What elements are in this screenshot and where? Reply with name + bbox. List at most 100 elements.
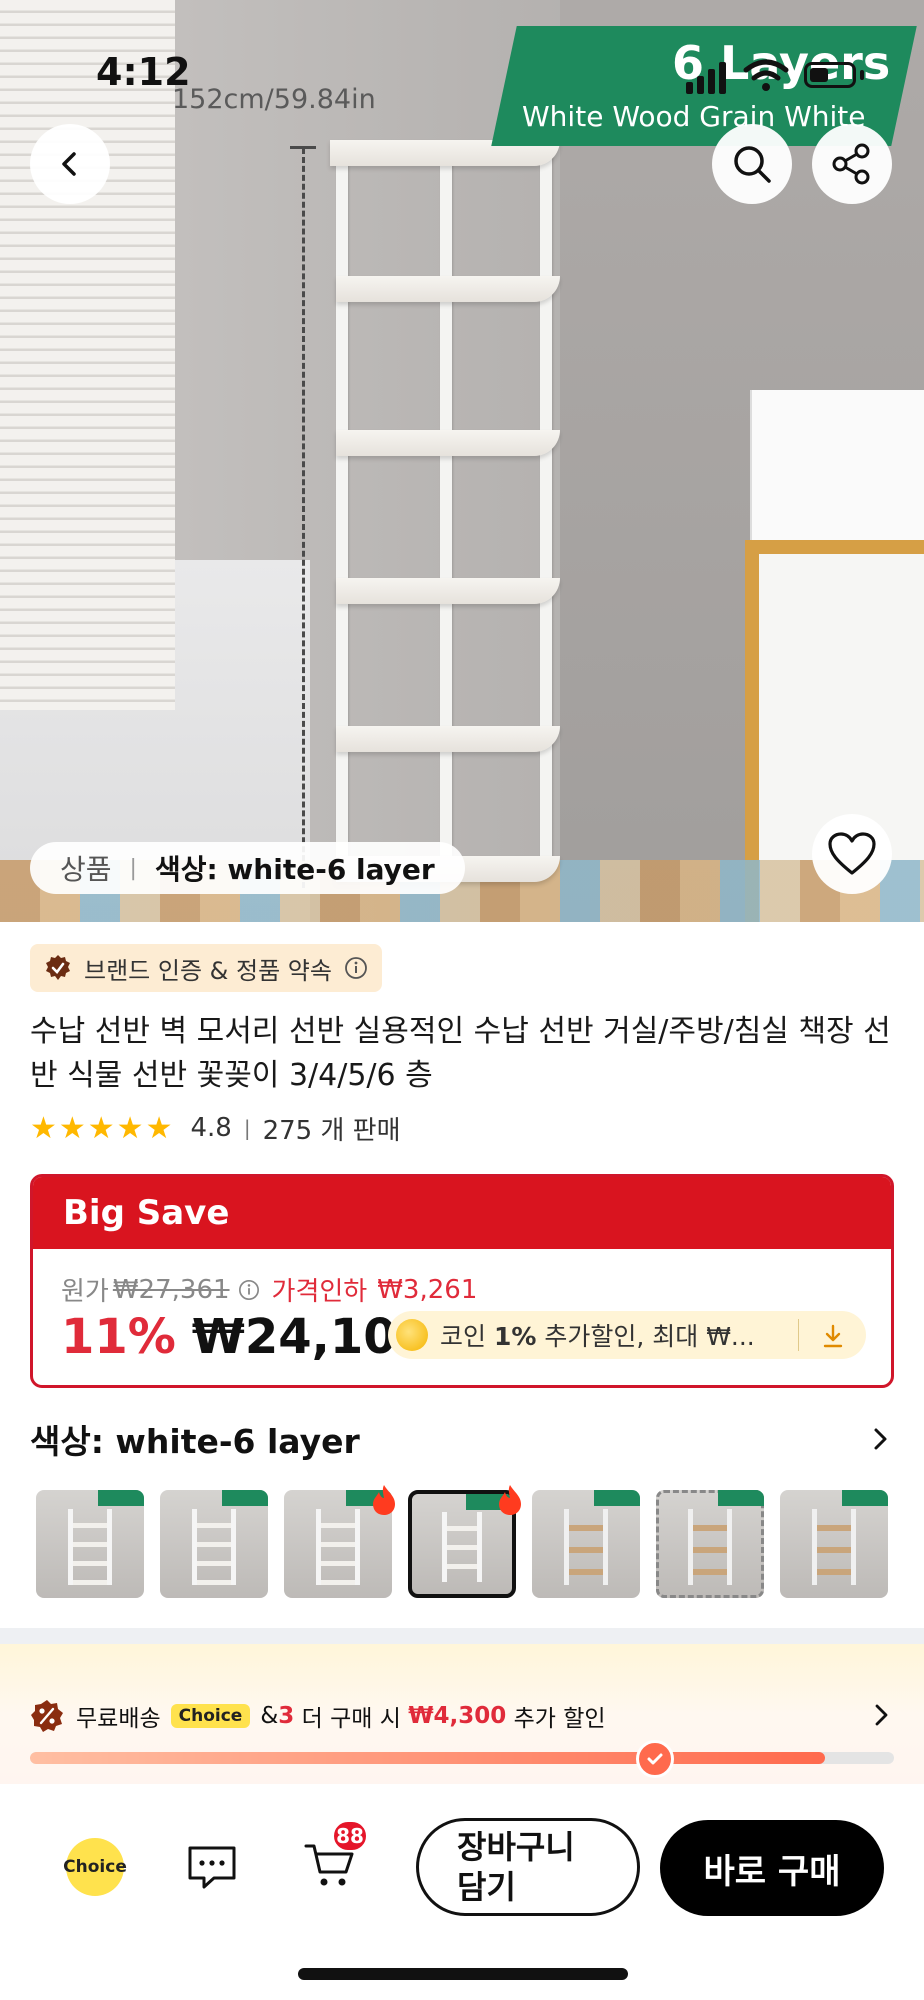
battery-icon — [804, 62, 856, 88]
message-icon[interactable] — [186, 1842, 238, 1892]
shelf-post-front — [336, 142, 348, 882]
promo-amp: & — [260, 1703, 279, 1729]
price-drop-label: 가격인하 — [271, 1277, 368, 1307]
free-shipping-label: 무료배송 — [76, 1706, 161, 1732]
rating-divider: | — [243, 1116, 251, 1140]
brand-badge-label: 브랜드 인증 & 정품 약속 — [84, 956, 332, 985]
status-icons — [686, 54, 886, 94]
signal-icon — [708, 69, 715, 94]
promo-suffix: 추가 할인 — [506, 1706, 606, 1732]
price-box: Big Save 원가 ₩27,361 가격인하 ₩3,261 11% ₩24,… — [30, 1174, 894, 1388]
signal-icon — [719, 62, 726, 94]
color-selector-label: 색상: white-6 layer — [30, 1422, 360, 1461]
status-time: 4:12 — [96, 50, 191, 94]
mini-shelf — [192, 1509, 236, 1586]
discount-percent: 11% — [61, 1309, 176, 1365]
big-save-label: Big Save — [63, 1193, 230, 1233]
original-price-row: 원가 ₩27,361 가격인하 ₩3,261 — [61, 1271, 477, 1308]
chevron-left-icon — [62, 152, 76, 176]
shelf-board — [336, 276, 560, 302]
verified-icon — [46, 955, 70, 980]
shelf-post-middle — [440, 152, 452, 882]
color-selector-header[interactable]: 색상: white-6 layer — [30, 1416, 894, 1462]
promo-more-text: 더 구매 시 — [294, 1706, 409, 1732]
price-drop-value: ₩3,261 — [377, 1274, 478, 1305]
promo-count: 3 — [278, 1703, 295, 1729]
variant-tag — [718, 1490, 764, 1506]
choice-button[interactable]: Choice — [63, 1838, 127, 1896]
price-row: 11% ₩24,100 — [61, 1307, 430, 1367]
hot-fire-icon — [499, 1485, 521, 1515]
section-divider — [0, 1628, 924, 1644]
product-title: 수납 선반 벽 모서리 선반 실용적인 수납 선반 거실/주방/침실 책장 선반… — [30, 1014, 891, 1093]
variant-pill-selected: 색상: white-6 layer — [154, 853, 435, 886]
variant-tag — [842, 1490, 888, 1506]
coin-discount-pill[interactable]: 코인 1% 추가할인, 최대 ₩... — [388, 1311, 866, 1359]
progress-check-icon — [636, 1740, 674, 1778]
share-button[interactable] — [812, 124, 892, 204]
shelf-post-back — [540, 148, 552, 868]
shelf-board — [336, 430, 560, 456]
color-option[interactable] — [532, 1490, 640, 1598]
mini-shelf — [564, 1509, 608, 1586]
color-thumbnails — [36, 1490, 924, 1600]
rating-row[interactable]: ★★★★★ 4.8 | 275 개 판매 — [30, 1110, 401, 1146]
variant-pill-divider: | — [129, 855, 137, 881]
dimension-line — [302, 148, 305, 888]
hot-fire-icon — [373, 1485, 395, 1515]
cabinet-top — [750, 390, 924, 550]
coin-divider — [798, 1319, 799, 1351]
variant-pill[interactable]: 상품 | 색상: white-6 layer — [30, 842, 465, 894]
brand-badge[interactable]: 브랜드 인증 & 정품 약속 — [30, 944, 382, 992]
rating-value: 4.8 — [190, 1113, 232, 1143]
mini-shelf — [68, 1509, 112, 1586]
original-price-label: 원가 — [61, 1277, 109, 1307]
dimension-label: 152cm/59.84in — [172, 84, 376, 115]
chevron-right-icon — [874, 1428, 887, 1450]
color-option[interactable] — [780, 1490, 888, 1598]
color-option[interactable] — [656, 1490, 764, 1598]
add-to-cart-button[interactable]: 장바구니 담기 — [416, 1818, 640, 1916]
product-image[interactable]: 152cm/59.84in 6 Layers White Wood Grain … — [0, 0, 924, 922]
heart-icon — [828, 832, 876, 875]
info-icon — [345, 957, 367, 979]
signal-icon — [697, 76, 704, 94]
mini-shelf — [442, 1512, 482, 1582]
color-option[interactable] — [36, 1490, 144, 1598]
chevron-right-icon — [875, 1704, 888, 1726]
search-button[interactable] — [712, 124, 792, 204]
percent-badge-icon — [31, 1700, 63, 1732]
mini-shelf — [316, 1509, 360, 1586]
variant-tag — [98, 1490, 144, 1506]
shipping-promo-row[interactable]: 무료배송 Choice & 3 더 구매 시 ₩4,300 추가 할인 — [30, 1696, 894, 1736]
variant-pill-category: 상품 — [60, 853, 112, 886]
variant-tag — [222, 1490, 268, 1506]
mini-shelf — [812, 1509, 856, 1586]
coin-icon — [396, 1319, 428, 1351]
promo-progress-bar — [30, 1752, 894, 1764]
star-rating-icon: ★★★★★ — [30, 1110, 175, 1146]
home-indicator — [298, 1968, 628, 1980]
signal-icon — [686, 82, 693, 94]
buy-now-button[interactable]: 바로 구매 — [660, 1820, 884, 1916]
share-icon — [832, 143, 870, 185]
promo-discount: ₩4,300 — [408, 1703, 507, 1729]
download-icon[interactable] — [818, 1321, 848, 1351]
color-option[interactable] — [160, 1490, 268, 1598]
promo-progress-fill — [30, 1752, 825, 1764]
info-icon[interactable] — [238, 1279, 260, 1301]
cart-count-badge: 88 — [332, 1820, 368, 1852]
choice-chip: Choice — [170, 1704, 251, 1728]
shelf-board — [336, 578, 560, 604]
mini-shelf — [688, 1509, 732, 1586]
back-button[interactable] — [30, 124, 110, 204]
wifi-icon — [743, 59, 789, 91]
wishlist-button[interactable] — [812, 814, 892, 894]
window-blinds — [0, 0, 175, 710]
search-icon — [734, 146, 771, 183]
original-price: ₩27,361 — [112, 1274, 230, 1305]
variant-tag — [594, 1490, 640, 1506]
sold-count: 275 개 판매 — [262, 1115, 401, 1146]
battery-nub — [860, 70, 864, 80]
big-save-header: Big Save — [33, 1177, 891, 1249]
